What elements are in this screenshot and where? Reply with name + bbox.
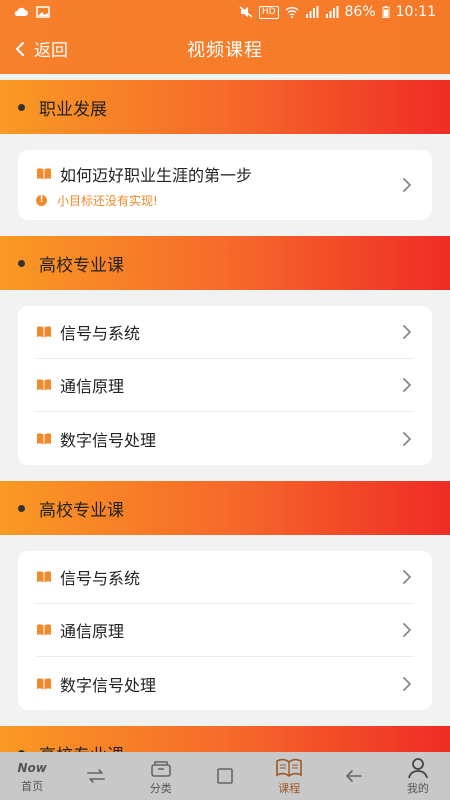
- nav-label: 我的: [406, 781, 429, 795]
- nav-home[interactable]: Now 首页: [7, 759, 57, 794]
- book-icon: [37, 571, 51, 583]
- bottom-nav: Now 首页 分类 课程 我的: [0, 752, 450, 800]
- section-header: 高校专业课: [0, 236, 450, 290]
- course-title: 通信原理: [60, 622, 125, 641]
- chevron-right-icon: [403, 378, 411, 392]
- course-list[interactable]: 职业发展 如何迈好职业生涯的第一步 ! 小目标还没有实现! 高校专业课 信号与系…: [0, 74, 450, 752]
- category-icon: [150, 760, 171, 777]
- bullet-icon: [18, 504, 25, 512]
- switch-icon: [87, 769, 106, 783]
- signal-icon: [305, 6, 319, 18]
- course-item[interactable]: 通信原理: [36, 604, 414, 657]
- wifi-icon: [285, 7, 298, 18]
- book-icon: [37, 677, 51, 690]
- course-status: 小目标还没有实现!: [57, 193, 158, 208]
- chevron-right-icon: [403, 431, 411, 446]
- app-header: HD 86% 10:11 返回 视频课程: [0, 0, 450, 74]
- nav-back[interactable]: [329, 765, 379, 787]
- course-title: 数字信号处理: [60, 430, 157, 450]
- image-icon: [36, 6, 50, 18]
- title-bar: 返回 视频课程: [0, 24, 450, 74]
- section-title: 高校专业课: [39, 500, 124, 521]
- section-header: 高校专业课: [0, 481, 450, 535]
- book-icon: [37, 167, 51, 180]
- section-card: 信号与系统 通信原理 数字信号处理: [18, 306, 432, 465]
- nav-recent-apps[interactable]: [200, 765, 250, 787]
- nav-course[interactable]: 课程: [264, 757, 314, 796]
- book-icon: [37, 326, 51, 338]
- nav-switch[interactable]: [71, 765, 121, 787]
- section-header: 高校专业课: [0, 726, 450, 752]
- course-item[interactable]: 如何迈好职业生涯的第一步 ! 小目标还没有实现!: [36, 150, 414, 220]
- page-title: 视频课程: [187, 40, 263, 61]
- cloud-icon: [14, 7, 28, 16]
- battery-level: 86%: [344, 4, 376, 20]
- clock: 10:11: [395, 4, 436, 20]
- chevron-right-icon: [403, 623, 411, 637]
- course-title: 数字信号处理: [60, 675, 157, 695]
- nav-label: 课程: [278, 781, 301, 795]
- battery-icon: [382, 6, 390, 18]
- nav-label: 分类: [149, 781, 172, 795]
- course-title: 如何迈好职业生涯的第一步: [60, 165, 253, 185]
- nav-category[interactable]: 分类: [136, 757, 186, 796]
- chevron-left-icon: [15, 41, 25, 56]
- section-title: 高校专业课: [39, 255, 124, 276]
- chevron-right-icon: [403, 178, 411, 192]
- chevron-right-icon: [403, 676, 411, 691]
- book-icon: [37, 379, 51, 391]
- section-title: 职业发展: [39, 99, 107, 120]
- course-item[interactable]: 信号与系统: [36, 306, 414, 359]
- book-icon: [37, 432, 51, 445]
- course-item[interactable]: 数字信号处理: [36, 412, 414, 465]
- section-card: 如何迈好职业生涯的第一步 ! 小目标还没有实现!: [18, 150, 432, 220]
- signal-icon-2: [325, 6, 339, 18]
- section-card: 信号与系统 通信原理 数字信号处理: [18, 551, 432, 710]
- nav-label: 首页: [21, 779, 44, 793]
- user-icon: [407, 757, 428, 778]
- section-header: 职业发展: [0, 80, 450, 134]
- mute-icon: [239, 6, 253, 18]
- course-title: 信号与系统: [60, 569, 141, 588]
- now-logo-icon: Now: [17, 760, 47, 775]
- chevron-right-icon: [403, 325, 411, 339]
- back-button[interactable]: 返回: [14, 36, 68, 61]
- arrow-left-icon: [345, 770, 362, 782]
- hd-badge: HD: [258, 5, 279, 19]
- book-icon: [37, 624, 51, 636]
- warning-icon: !: [36, 194, 47, 206]
- course-title: 通信原理: [60, 377, 125, 396]
- back-label: 返回: [34, 41, 68, 61]
- section-title: 高校专业课: [39, 741, 124, 753]
- course-item[interactable]: 信号与系统: [36, 551, 414, 604]
- bullet-icon: [18, 259, 25, 267]
- course-title: 信号与系统: [60, 324, 141, 343]
- open-book-icon: [276, 758, 303, 777]
- bullet-icon: [18, 103, 25, 111]
- status-bar: HD 86% 10:11: [0, 0, 450, 24]
- course-item[interactable]: 数字信号处理: [36, 657, 414, 710]
- nav-mine[interactable]: 我的: [393, 757, 443, 796]
- course-item[interactable]: 通信原理: [36, 359, 414, 412]
- chevron-right-icon: [403, 570, 411, 584]
- square-icon: [217, 768, 233, 784]
